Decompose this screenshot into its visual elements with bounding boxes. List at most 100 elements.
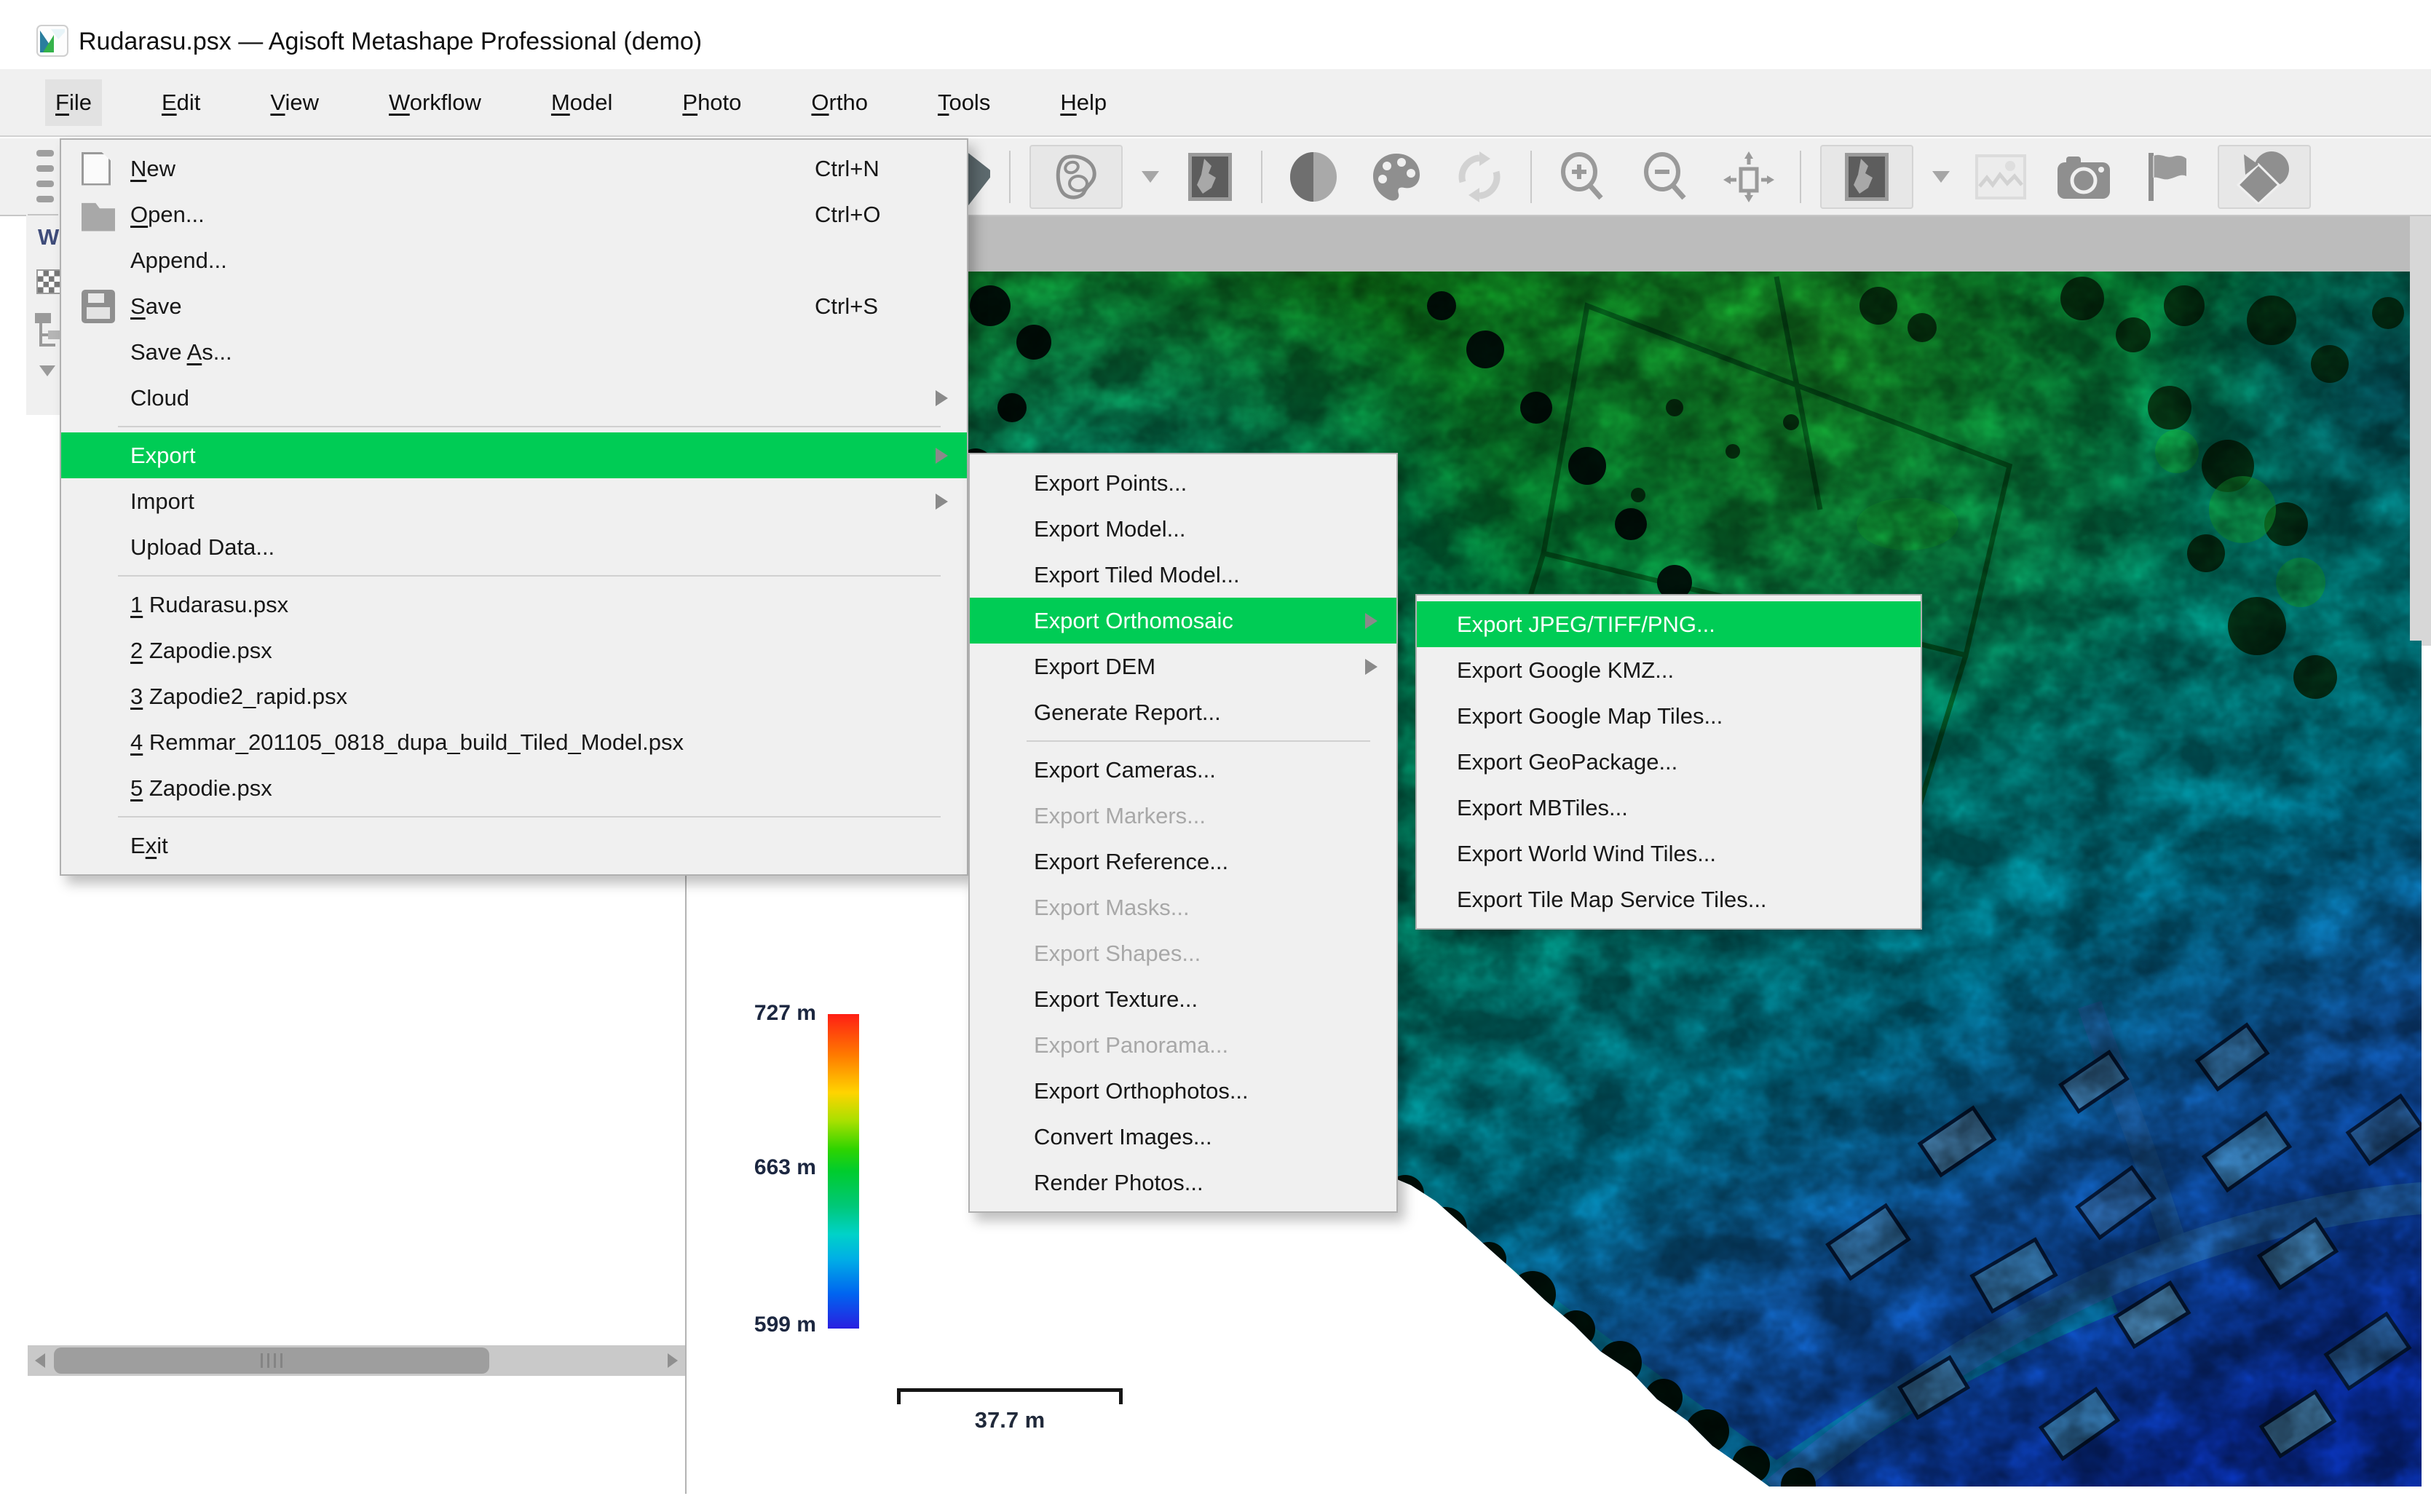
menu-item[interactable]: 3 Zapodie2_rapid.psx bbox=[61, 673, 967, 719]
menu-item[interactable]: Cloud bbox=[61, 375, 967, 421]
menu-item[interactable]: 2 Zapodie.psx bbox=[61, 628, 967, 673]
menu-item[interactable]: Export DEM bbox=[970, 644, 1396, 689]
menu-item[interactable]: Export Google KMZ... bbox=[1417, 647, 1921, 693]
dem-contours-icon bbox=[1052, 153, 1100, 201]
map-view-button[interactable] bbox=[1178, 145, 1242, 209]
map-thumbnail-icon bbox=[1187, 151, 1233, 202]
menu-item-label: Export bbox=[130, 443, 196, 469]
file-menu: New Ctrl+N Open... Ctrl+O Append... Save… bbox=[60, 138, 968, 876]
dem-contours-button[interactable] bbox=[1029, 145, 1123, 209]
menu-item[interactable]: Export JPEG/TIFF/PNG... bbox=[1417, 601, 1921, 647]
menu-item[interactable]: Save As... bbox=[61, 329, 967, 375]
fit-view-button[interactable] bbox=[1717, 145, 1781, 209]
orthomosaic-view-icon bbox=[1843, 151, 1890, 202]
zoom-in-button[interactable] bbox=[1551, 145, 1615, 209]
colorbar-mid-label: 663 m bbox=[685, 1155, 816, 1180]
menu-item-label: Export Tiled Model... bbox=[1034, 562, 1240, 588]
menu-item[interactable]: Save Ctrl+S bbox=[61, 283, 967, 329]
scale-bar-bracket bbox=[897, 1388, 1123, 1404]
capture-photo-button[interactable] bbox=[2052, 145, 2116, 209]
menu-item[interactable]: Export bbox=[61, 432, 967, 478]
menu-item[interactable]: Render Photos... bbox=[970, 1160, 1396, 1206]
menu-item[interactable]: Convert Images... bbox=[970, 1114, 1396, 1160]
menu-item[interactable]: Export GeoPackage... bbox=[1417, 739, 1921, 785]
menubar-item[interactable]: Tools bbox=[928, 79, 1000, 126]
menu-item[interactable]: Export Model... bbox=[970, 506, 1396, 552]
zoom-out-button[interactable] bbox=[1634, 145, 1698, 209]
menubar-item[interactable]: Photo bbox=[672, 79, 751, 126]
open-folder-icon bbox=[82, 198, 115, 231]
menubar-item[interactable]: File bbox=[45, 79, 102, 126]
menu-item[interactable]: 5 Zapodie.psx bbox=[61, 765, 967, 811]
menu-item[interactable]: Export Reference... bbox=[970, 839, 1396, 884]
rotate-view-button[interactable] bbox=[1447, 145, 1511, 209]
menu-bar: File Edit View Workflow Model Photo Orth… bbox=[0, 69, 2431, 137]
orthomosaic-view-button[interactable] bbox=[1820, 145, 1913, 209]
menu-item[interactable]: Export MBTiles... bbox=[1417, 785, 1921, 831]
menubar-item-label: Workflow bbox=[389, 90, 481, 115]
horizontal-scrollbar[interactable] bbox=[28, 1345, 685, 1376]
flag-icon bbox=[2144, 151, 2189, 202]
menu-item[interactable]: Append... bbox=[61, 237, 967, 283]
hierarchy-tree-icon[interactable] bbox=[33, 312, 63, 352]
dropdown-caret-icon[interactable] bbox=[1932, 171, 1950, 183]
menu-item[interactable]: Exit bbox=[61, 823, 967, 868]
palette-icon bbox=[1371, 151, 1422, 202]
menu-item[interactable]: Import bbox=[61, 478, 967, 524]
shapes-layer-button[interactable] bbox=[2218, 145, 2311, 209]
menu-item[interactable]: Export Panorama... bbox=[970, 1022, 1396, 1068]
scroll-right-icon[interactable] bbox=[660, 1345, 685, 1376]
menu-item[interactable]: Generate Report... bbox=[970, 689, 1396, 735]
menu-item[interactable]: Export World Wind Tiles... bbox=[1417, 831, 1921, 876]
menu-item[interactable]: Export Markers... bbox=[970, 793, 1396, 839]
seamlines-button[interactable] bbox=[1969, 145, 2033, 209]
menu-item[interactable]: 1 Rudarasu.psx bbox=[61, 582, 967, 628]
submenu-arrow-icon bbox=[1365, 613, 1377, 629]
menu-item[interactable]: Export Shapes... bbox=[970, 930, 1396, 976]
scrollbar-thumb[interactable] bbox=[54, 1347, 489, 1374]
menu-item[interactable]: Export Orthophotos... bbox=[970, 1068, 1396, 1114]
menu-item-label: 4 Remmar_201105_0818_dupa_build_Tiled_Mo… bbox=[130, 729, 684, 756]
brightness-contrast-button[interactable] bbox=[1281, 145, 1345, 209]
menubar-item[interactable]: Model bbox=[541, 79, 622, 126]
toolbar-separator bbox=[1800, 151, 1801, 203]
menu-item[interactable]: Export Masks... bbox=[970, 884, 1396, 930]
menu-item[interactable]: Upload Data... bbox=[61, 524, 967, 570]
menu-separator bbox=[118, 575, 941, 577]
menu-separator bbox=[118, 816, 941, 818]
menu-item[interactable]: New Ctrl+N bbox=[61, 146, 967, 191]
menu-item[interactable]: Export Points... bbox=[970, 460, 1396, 506]
menu-item-label: Export Texture... bbox=[1034, 986, 1198, 1013]
flag-button[interactable] bbox=[2135, 145, 2199, 209]
workspace-pane-fragment: W bbox=[26, 138, 60, 415]
menu-item[interactable]: Export Cameras... bbox=[970, 747, 1396, 793]
workspace-tab-letter: W bbox=[38, 224, 59, 250]
toolbar-grip-icon[interactable] bbox=[36, 150, 54, 202]
menu-item[interactable]: Export Orthomosaic bbox=[970, 598, 1396, 644]
menu-item[interactable]: Export Google Map Tiles... bbox=[1417, 693, 1921, 739]
menu-item[interactable]: Export Texture... bbox=[970, 976, 1396, 1022]
menubar-item[interactable]: View bbox=[260, 79, 329, 126]
menu-item[interactable]: Open... Ctrl+O bbox=[61, 191, 967, 237]
menu-item-label: Open... bbox=[130, 202, 205, 228]
submenu-arrow-icon bbox=[936, 390, 948, 406]
menu-separator bbox=[118, 426, 941, 427]
menu-item[interactable]: 4 Remmar_201105_0818_dupa_build_Tiled_Mo… bbox=[61, 719, 967, 765]
menu-item-label: Append... bbox=[130, 248, 227, 274]
menubar-item[interactable]: Edit bbox=[151, 79, 210, 126]
menu-item[interactable]: Export Tile Map Service Tiles... bbox=[1417, 876, 1921, 922]
chevron-down-icon[interactable] bbox=[39, 365, 55, 376]
checker-grid-icon[interactable] bbox=[36, 269, 61, 294]
new-document-icon bbox=[82, 152, 111, 186]
menubar-item[interactable]: Ortho bbox=[801, 79, 878, 126]
menu-item[interactable]: Export Tiled Model... bbox=[970, 552, 1396, 598]
scrollbar-track[interactable] bbox=[52, 1345, 660, 1376]
menu-item-label: Export Model... bbox=[1034, 516, 1185, 542]
scroll-left-icon[interactable] bbox=[28, 1345, 52, 1376]
capture-photo-icon bbox=[2056, 154, 2111, 200]
menubar-item[interactable]: Help bbox=[1050, 79, 1117, 126]
dropdown-caret-icon[interactable] bbox=[1142, 171, 1159, 183]
menu-item-label: Export Cameras... bbox=[1034, 757, 1216, 783]
palette-button[interactable] bbox=[1364, 145, 1428, 209]
menubar-item[interactable]: Workflow bbox=[379, 79, 491, 126]
